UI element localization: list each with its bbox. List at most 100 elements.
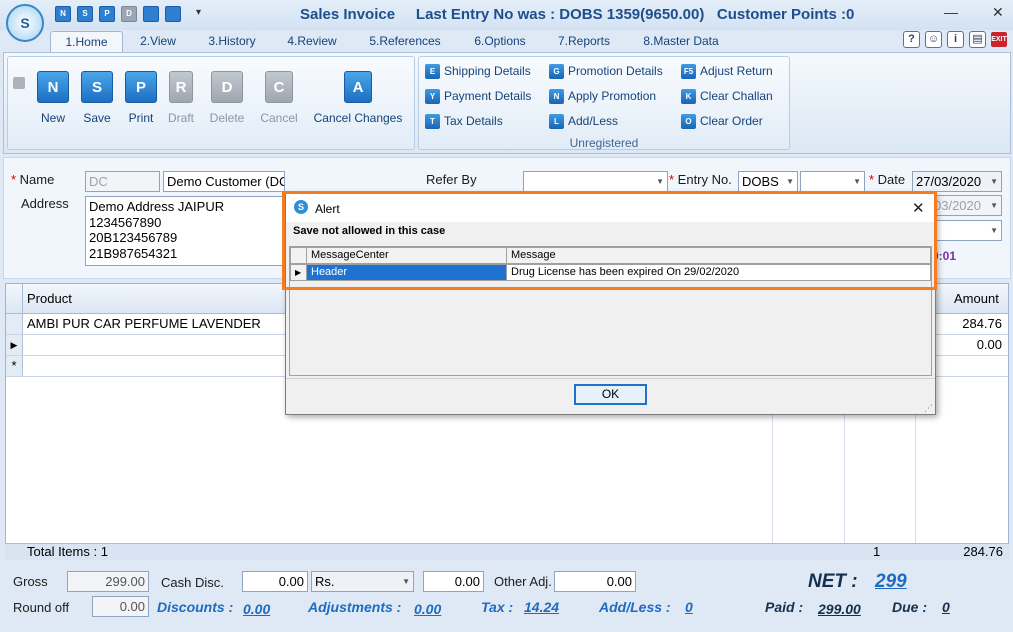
add-less-link[interactable]: 0 [685, 599, 693, 615]
print-icon: P [125, 71, 157, 103]
tax-link[interactable]: 14.24 [524, 599, 559, 615]
refer-by-field[interactable]: ▼ [523, 171, 668, 192]
customer-points-text: Customer Points :0 [716, 6, 855, 23]
col-product-header[interactable]: Product [27, 284, 72, 314]
address-label: Address [21, 196, 69, 211]
payment-details-button[interactable]: Y Payment Details [425, 88, 531, 106]
quick-tool2-icon[interactable] [165, 6, 181, 22]
date-field[interactable]: 27/03/2020 ▼ [912, 171, 1002, 192]
clear-order-label: Clear Order [700, 114, 763, 128]
entry-number-field[interactable]: ▼ [800, 171, 865, 192]
delete-icon: D [211, 71, 243, 103]
delete-button[interactable]: D Delete [209, 71, 245, 125]
tab-review[interactable]: 4.Review [278, 31, 346, 52]
shipping-details-icon: E [425, 64, 440, 80]
row-product[interactable]: AMBI PUR CAR PERFUME LAVENDER [27, 314, 261, 334]
title-bar: S N S P D ▾ Sales Invoice Last Entry No … [0, 0, 1013, 42]
discounts-link[interactable]: 0.00 [243, 601, 270, 617]
extra-select-dropdown-icon[interactable]: ▼ [990, 221, 998, 240]
round-off-field[interactable]: 0.00 [92, 596, 149, 617]
help-icon[interactable]: ? [903, 31, 920, 48]
quick-print-icon[interactable]: P [99, 6, 115, 22]
refer-by-dropdown-icon[interactable]: ▼ [656, 172, 664, 191]
shipping-details-button[interactable]: E Shipping Details [425, 63, 531, 81]
cancel-changes-icon: A [344, 71, 372, 103]
cancel-changes-button[interactable]: A Cancel Changes [311, 71, 405, 125]
adjust-return-button[interactable]: F5 Adjust Return [681, 63, 773, 81]
tab-history[interactable]: 3.History [199, 31, 265, 52]
clear-challan-label: Clear Challan [700, 89, 773, 103]
resize-grip-icon[interactable]: ⋰ [924, 403, 933, 414]
add-less-button[interactable]: L Add/Less [549, 113, 618, 131]
clear-challan-button[interactable]: K Clear Challan [681, 88, 773, 106]
tab-view[interactable]: 2.View [130, 31, 186, 52]
customer-name-field[interactable]: Demo Customer (DC) [163, 171, 285, 192]
alert-highlight-frame [282, 191, 937, 290]
gross-field[interactable]: 299.00 [67, 571, 149, 592]
round-off-label: Round off [13, 600, 70, 615]
address-line: 21B987654321 [89, 245, 178, 261]
customer-code-field[interactable]: DC [85, 171, 160, 192]
clear-order-button[interactable]: O Clear Order [681, 113, 763, 131]
tab-master-data[interactable]: 8.Master Data [634, 31, 728, 52]
paid-label: Paid : [765, 599, 804, 615]
ok-button[interactable]: OK [574, 384, 647, 405]
new-button[interactable]: N New [36, 71, 70, 125]
cancel-button[interactable]: C Cancel [259, 71, 299, 125]
net-label: NET : [808, 571, 858, 592]
quick-tool1-icon[interactable] [143, 6, 159, 22]
adjustments-link[interactable]: 0.00 [414, 601, 441, 617]
tab-reports[interactable]: 7.Reports [549, 31, 619, 52]
row-amount[interactable]: 0.00 [977, 335, 1002, 355]
print-label: Print [128, 111, 154, 125]
draft-button[interactable]: R Draft [168, 71, 194, 125]
row-header [6, 314, 23, 334]
promotion-details-button[interactable]: G Promotion Details [549, 63, 663, 81]
address-textarea[interactable]: Demo Address JAIPUR 1234567890 20B123456… [85, 196, 285, 266]
support-icon[interactable]: ☺ [925, 31, 942, 48]
entry-prefix-dropdown-icon[interactable]: ▼ [786, 172, 794, 191]
rs-value-field[interactable]: 0.00 [423, 571, 484, 592]
promotion-details-icon: G [549, 64, 564, 80]
quick-access-dropdown-icon[interactable]: ▾ [196, 7, 201, 18]
grid-totals-row: Total Items : 1 1 284.76 [5, 543, 1009, 560]
cash-disc-field[interactable]: 0.00 [242, 571, 308, 592]
other-adj-field[interactable]: 0.00 [554, 571, 636, 592]
tab-home[interactable]: 1.Home [50, 31, 123, 52]
draft-icon: R [169, 71, 193, 103]
date2-field[interactable]: 03/2020 ▼ [930, 195, 1002, 216]
extra-select-field[interactable]: ▼ [930, 220, 1002, 241]
paid-value[interactable]: 299.00 [818, 601, 861, 617]
close-button[interactable]: ✕ [992, 4, 1004, 21]
entry-no-label: * Entry No. [669, 172, 732, 187]
quick-draft-icon[interactable]: D [121, 6, 137, 22]
add-less-icon: L [549, 114, 564, 130]
apply-promotion-button[interactable]: N Apply Promotion [549, 88, 656, 106]
new-row-icon: * [6, 356, 23, 376]
date2-dropdown-icon[interactable]: ▼ [990, 196, 998, 215]
add-less-label: Add/Less [568, 114, 619, 128]
save-button[interactable]: S Save [80, 71, 114, 125]
ribbon-group-label: Unregistered [569, 136, 639, 150]
col-amount-header[interactable]: Amount [954, 284, 999, 314]
app-logo-icon[interactable]: S [6, 4, 44, 42]
exit-icon[interactable]: EXIT [991, 32, 1007, 47]
print-button[interactable]: P Print [124, 71, 158, 125]
date-dropdown-icon[interactable]: ▼ [990, 172, 998, 191]
quick-new-icon[interactable]: N [55, 6, 71, 22]
rs-select[interactable]: Rs. ▼ [311, 571, 414, 592]
entry-prefix-field[interactable]: DOBS ▼ [738, 171, 798, 192]
tax-details-button[interactable]: T Tax Details [425, 113, 503, 131]
rs-dropdown-icon[interactable]: ▼ [402, 572, 410, 591]
minimize-button[interactable]: — [944, 4, 958, 20]
total-qty: 1 [873, 544, 881, 559]
due-value[interactable]: 0 [942, 599, 950, 615]
entry-number-dropdown-icon[interactable]: ▼ [853, 172, 861, 191]
row-amount[interactable]: 284.76 [962, 314, 1002, 334]
quick-save-icon[interactable]: S [77, 6, 93, 22]
tab-options[interactable]: 6.Options [465, 31, 535, 52]
tab-references[interactable]: 5.References [360, 31, 450, 52]
document-icon[interactable]: ▤ [969, 31, 986, 48]
info-icon[interactable]: i [947, 31, 964, 48]
address-line: 1234567890 [89, 214, 162, 230]
